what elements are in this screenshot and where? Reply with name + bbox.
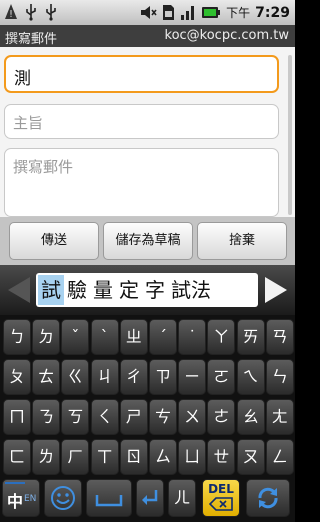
sim-icon (163, 5, 175, 20)
zhuyin-key[interactable]: ㄍ (61, 359, 90, 395)
screen-title: 撰寫郵件 (5, 32, 58, 47)
zhuyin-key[interactable]: ㄐ (90, 359, 119, 395)
zhuyin-key[interactable]: ㄈ (3, 439, 31, 475)
zhuyin-key[interactable]: ㄥ (265, 439, 294, 475)
status-bar: ! 下午 7:29 (0, 0, 295, 25)
zhuyin-key[interactable]: ㄋ (32, 399, 61, 435)
zhuyin-key[interactable]: ㄑ (90, 399, 119, 435)
zhuyin-key[interactable]: ㄅ (3, 319, 31, 355)
zhuyin-key[interactable]: ㄇ (3, 399, 31, 435)
zhuyin-key[interactable]: ㄎ (61, 399, 90, 435)
delete-key[interactable]: DEL (202, 479, 240, 517)
zhuyin-key[interactable]: ㄙ (149, 439, 177, 475)
zhuyin-key[interactable]: ㄉ (32, 319, 61, 355)
backspace-icon (208, 497, 233, 511)
candidate-item[interactable]: 驗 (64, 275, 90, 305)
title-bar: 撰寫郵件 koc@kocpc.com.tw (0, 25, 295, 47)
zhuyin-key[interactable]: ㄕ (119, 399, 148, 435)
action-bar: 傳送 儲存為草稿 捨棄 (0, 217, 295, 265)
lang-main-label: 中 (7, 492, 24, 511)
lang-indicator (5, 482, 25, 484)
zhuyin-key[interactable]: ㄢ (265, 319, 294, 355)
rotate-icon (258, 487, 278, 509)
mute-icon (141, 6, 157, 19)
language-switch-key[interactable]: 中 EN (2, 479, 40, 517)
zhuyin-key[interactable]: ˇ (61, 319, 90, 355)
candidate-item[interactable]: 量 (90, 275, 116, 305)
candidate-list: 試 驗 量 定 字 試法 (36, 273, 258, 307)
lang-sub-label: EN (24, 494, 37, 504)
zhuyin-key[interactable]: ㄞ (236, 319, 265, 355)
zhuyin-key[interactable]: ㄘ (149, 399, 177, 435)
zhuyin-key[interactable]: ㄔ (119, 359, 148, 395)
battery-icon (202, 7, 221, 18)
signal-icon (181, 6, 195, 20)
candidate-bar: 試 驗 量 定 字 試法 (0, 265, 295, 315)
zhuyin-key[interactable]: ˙ (178, 319, 207, 355)
zhuyin-key[interactable]: ˋ (90, 319, 119, 355)
usb-icon (44, 3, 58, 21)
candidate-item[interactable]: 試 (38, 275, 64, 305)
enter-icon (142, 490, 158, 505)
zhuyin-key[interactable]: ㄜ (207, 399, 236, 435)
emoji-key[interactable] (44, 479, 82, 517)
zhuyin-key[interactable]: ㄣ (265, 359, 294, 395)
error-icon: ! (4, 3, 18, 21)
zhuyin-key[interactable]: ㄏ (61, 439, 90, 475)
candidate-item[interactable]: 字 (142, 275, 168, 305)
zhuyin-key[interactable]: ㄖ (119, 439, 148, 475)
zhuyin-key[interactable]: ㄊ (32, 359, 61, 395)
subject-field[interactable]: 主旨 (4, 104, 279, 139)
zhuyin-key[interactable]: ㄒ (90, 439, 119, 475)
zhuyin-key[interactable]: ㄤ (265, 399, 294, 435)
space-key[interactable] (86, 479, 132, 517)
send-button[interactable]: 傳送 (9, 222, 99, 260)
zhuyin-key[interactable]: ㄠ (236, 399, 265, 435)
er-key[interactable]: ㄦ (168, 479, 196, 517)
zhuyin-key[interactable]: ㄗ (149, 359, 177, 395)
candidate-item[interactable]: 定 (116, 275, 142, 305)
zhuyin-key[interactable]: ㄨ (178, 399, 207, 435)
zhuyin-key[interactable]: ㄝ (207, 439, 236, 475)
discard-button[interactable]: 捨棄 (197, 222, 287, 260)
space-icon (95, 495, 123, 507)
save-draft-button[interactable]: 儲存為草稿 (103, 222, 193, 260)
zhuyin-key[interactable]: ㄩ (178, 439, 207, 475)
arrow-left-icon[interactable] (6, 275, 32, 305)
switch-key[interactable] (246, 479, 290, 517)
zhuyin-key[interactable]: ㄧ (178, 359, 207, 395)
usb-icon (24, 3, 38, 21)
account-email: koc@kocpc.com.tw (164, 28, 290, 43)
zhuyin-key[interactable]: ㄌ (32, 439, 61, 475)
to-field[interactable]: 測 (4, 55, 279, 93)
zhuyin-key[interactable]: ㄓ (119, 319, 148, 355)
zhuyin-keyboard: ㄅㄉ ˇ ˋ ㄓ ˊ ˙ ㄚㄞㄢㄆㄊㄍㄐㄔㄗㄧㄛㄟㄣㄇㄋㄎㄑㄕㄘㄨㄜㄠㄤㄈㄌㄏㄒㄖㄙㄩㄝㄡㄥ… (0, 315, 295, 522)
zhuyin-key[interactable]: ㄆ (3, 359, 31, 395)
zhuyin-key[interactable]: ˊ (149, 319, 177, 355)
zhuyin-key[interactable]: ㄛ (207, 359, 236, 395)
zhuyin-key[interactable]: ㄚ (207, 319, 236, 355)
enter-key[interactable] (136, 479, 164, 517)
scrollbar[interactable] (288, 55, 292, 215)
smiley-icon (51, 486, 75, 510)
svg-text:!: ! (9, 9, 13, 20)
delete-label: DEL (208, 482, 234, 496)
compose-form: 測 主旨 撰寫郵件 (0, 47, 295, 217)
clock-ampm: 下午 (226, 6, 251, 20)
zhuyin-key[interactable]: ㄟ (236, 359, 265, 395)
candidate-item[interactable]: 試法 (168, 275, 214, 305)
zhuyin-key[interactable]: ㄡ (236, 439, 265, 475)
body-field[interactable]: 撰寫郵件 (4, 148, 279, 217)
clock-time: 7:29 (255, 4, 290, 21)
arrow-right-icon[interactable] (263, 275, 289, 305)
